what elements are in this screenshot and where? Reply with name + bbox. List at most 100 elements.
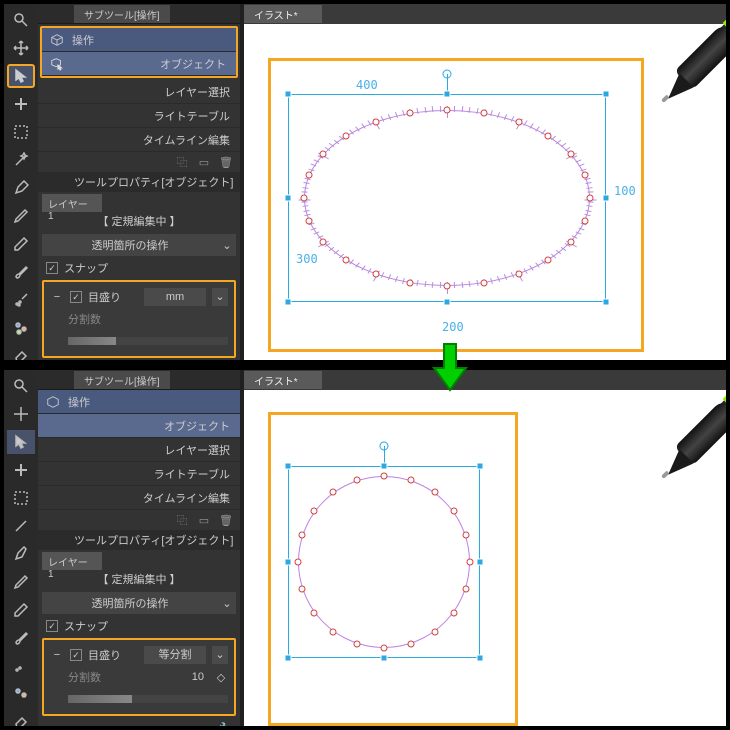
pen-icon[interactable]	[7, 204, 35, 228]
operation-tool-icon[interactable]	[7, 64, 35, 88]
chevron-down-icon: ⌄	[218, 597, 236, 610]
ruler-editing-label: 【 定規編集中 】	[38, 570, 240, 590]
subdivisions-label: 分割数	[50, 311, 182, 327]
move-icon[interactable]	[7, 36, 35, 60]
eyedropper-icon[interactable]	[7, 176, 35, 200]
resize-handle-br[interactable]	[477, 655, 484, 662]
trash-icon[interactable]: 🗑	[218, 154, 234, 170]
scale-settings-box: − ✓ 目盛り mm ⌄ 分割数	[42, 280, 236, 358]
eraser-icon[interactable]	[7, 710, 35, 728]
collapse-icon[interactable]: −	[50, 291, 64, 303]
operation-group[interactable]: 操作	[38, 390, 240, 414]
canvas[interactable]	[244, 390, 726, 726]
down-arrow-icon	[430, 342, 470, 395]
move-icon[interactable]	[7, 402, 35, 426]
subdivisions-slider[interactable]	[68, 695, 228, 703]
subdivisions-slider[interactable]	[68, 337, 228, 345]
wand-icon[interactable]	[7, 148, 35, 172]
subtool-panel: サブツール[操作] 操作 オブジェクト レイヤー選択 ライトテーブル タイムライ…	[38, 370, 240, 726]
eraser-icon[interactable]	[7, 344, 35, 362]
chevron-down-icon: ⌄	[218, 239, 236, 252]
ruler-circle[interactable]	[298, 476, 470, 648]
checkmark-icon[interactable]: ✓	[70, 649, 82, 661]
chevron-down-icon[interactable]: ⌄	[212, 288, 228, 306]
subtool-tab[interactable]: サブツール[操作]	[74, 371, 170, 389]
timeline-edit-subtool[interactable]: タイムライン編集	[38, 486, 240, 510]
checkmark-icon: ✓	[46, 620, 58, 632]
collapse-icon[interactable]: −	[50, 649, 64, 661]
transparent-operation-combo[interactable]: 透明箇所の操作⌄	[42, 234, 236, 256]
checkmark-icon[interactable]: ✓	[70, 291, 82, 303]
subtool-panel: サブツール[操作] 操作 オブジェクト レイヤー選択 ライトテーブル タイムライ…	[38, 4, 240, 360]
operation-tool-icon[interactable]	[7, 430, 35, 454]
spinner-icon[interactable]: ◇	[214, 671, 228, 684]
document-tab[interactable]: イラスト*	[244, 371, 322, 389]
layer-tab[interactable]: レイヤー 1	[42, 194, 102, 212]
new-icon[interactable]: ▭	[196, 512, 212, 528]
resize-handle-b[interactable]	[381, 655, 388, 662]
toolprop-tab[interactable]: ツールプロパティ[オブジェクト]	[74, 532, 233, 548]
cube-icon	[48, 31, 66, 49]
wrench-icon[interactable]: 🔧	[218, 720, 234, 728]
resize-handle-bl[interactable]	[285, 655, 292, 662]
wand-icon[interactable]	[7, 514, 35, 538]
snap-checkbox-row[interactable]: ✓スナップ	[38, 616, 240, 636]
layer-tab[interactable]: レイヤー 1	[42, 552, 102, 570]
copy-icon[interactable]: ⿻	[174, 512, 190, 528]
canvas-area: イラスト* 400 100 200 300	[244, 4, 726, 360]
copy-icon[interactable]: ⿻	[174, 154, 190, 170]
transparent-operation-combo[interactable]: 透明箇所の操作⌄	[42, 592, 236, 614]
eyedropper-icon[interactable]	[7, 542, 35, 566]
document-tab[interactable]: イラスト*	[244, 5, 322, 23]
resize-handle-tr[interactable]	[477, 463, 484, 470]
scale-unit[interactable]: mm	[144, 288, 206, 306]
cube-icon	[44, 393, 62, 411]
scale-label: 目盛り	[88, 647, 138, 663]
brush-icon[interactable]	[7, 626, 35, 650]
move-layer-icon[interactable]	[7, 458, 35, 482]
resize-handle-r[interactable]	[477, 559, 484, 566]
toolprop-tab[interactable]: ツールプロパティ[オブジェクト]	[74, 174, 233, 190]
trash-icon[interactable]: 🗑	[218, 512, 234, 528]
resize-handle-tl[interactable]	[285, 463, 292, 470]
scale-label: 目盛り	[88, 289, 138, 305]
tool-column	[4, 370, 38, 726]
operation-group[interactable]: 操作	[42, 28, 236, 52]
pencil-icon[interactable]	[7, 598, 35, 622]
light-table-subtool[interactable]: ライトテーブル	[38, 104, 240, 128]
decoration-icon[interactable]	[7, 682, 35, 706]
new-icon[interactable]: ▭	[196, 154, 212, 170]
airbrush-icon[interactable]	[7, 654, 35, 678]
light-table-subtool[interactable]: ライトテーブル	[38, 462, 240, 486]
magnifier-icon[interactable]	[7, 8, 35, 32]
canvas-area: イラスト*	[244, 370, 726, 726]
layer-select-subtool[interactable]: レイヤー選択	[38, 438, 240, 462]
object-subtool[interactable]: オブジェクト	[42, 52, 236, 76]
chevron-down-icon[interactable]: ⌄	[212, 646, 228, 664]
object-subtool[interactable]: オブジェクト	[38, 414, 240, 438]
object-cursor-icon	[48, 55, 66, 73]
canvas[interactable]: 400 100 200 300	[244, 24, 726, 360]
scale-unit[interactable]: 等分割	[144, 646, 206, 664]
marquee-icon[interactable]	[7, 120, 35, 144]
resize-handle-l[interactable]	[285, 559, 292, 566]
checkmark-icon: ✓	[46, 262, 58, 274]
brush-icon[interactable]	[7, 260, 35, 284]
marquee-icon[interactable]	[7, 486, 35, 510]
resize-handle-t[interactable]	[381, 463, 388, 470]
layer-select-subtool[interactable]: レイヤー選択	[38, 80, 240, 104]
magnifier-icon[interactable]	[7, 374, 35, 398]
subdivisions-value[interactable]: 10	[168, 671, 208, 683]
ruler-ticks	[244, 24, 726, 360]
ruler-editing-label: 【 定規編集中 】	[38, 212, 240, 232]
pen-icon[interactable]	[7, 570, 35, 594]
subtool-tab[interactable]: サブツール[操作]	[74, 5, 170, 23]
subtool-footer-icons: ⿻ ▭ 🗑	[38, 152, 240, 172]
airbrush-icon[interactable]	[7, 288, 35, 312]
decoration-icon[interactable]	[7, 316, 35, 340]
snap-checkbox-row[interactable]: ✓スナップ	[38, 258, 240, 278]
pencil-icon[interactable]	[7, 232, 35, 256]
timeline-edit-subtool[interactable]: タイムライン編集	[38, 128, 240, 152]
move-layer-icon[interactable]	[7, 92, 35, 116]
scale-settings-box: − ✓ 目盛り 等分割 ⌄ 分割数 10 ◇	[42, 638, 236, 716]
